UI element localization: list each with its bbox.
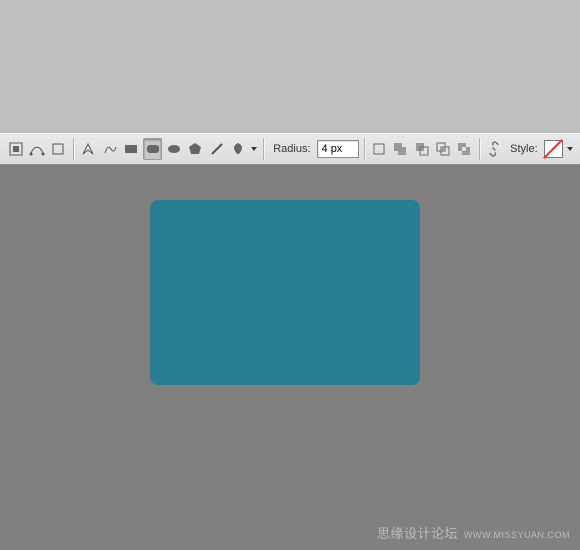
rectangle-icon (123, 141, 139, 157)
custom-shape-tool-button[interactable] (228, 138, 247, 160)
rounded-rectangle-icon (145, 141, 161, 157)
new-path-area-button[interactable] (369, 138, 388, 160)
radius-label: Radius: (273, 143, 310, 155)
link-icon (487, 141, 501, 157)
freeform-pen-tool-button[interactable] (100, 138, 119, 160)
rectangle-tool-button[interactable] (121, 138, 140, 160)
subtract-path-icon (414, 141, 430, 157)
paths-mode-button[interactable] (27, 138, 46, 160)
shape-layers-icon (8, 141, 24, 157)
watermark-text: 思缘设计论坛 (377, 523, 458, 542)
exclude-path-button[interactable] (455, 138, 474, 160)
line-tool-button[interactable] (207, 138, 226, 160)
add-path-icon (392, 141, 408, 157)
paths-icon (29, 141, 45, 157)
watermark: 思缘设计论坛 WWW.MISSYUAN.COM (377, 523, 570, 542)
separator (263, 138, 264, 160)
intersect-path-button[interactable] (433, 138, 452, 160)
exclude-path-icon (456, 141, 472, 157)
intersect-path-icon (435, 141, 451, 157)
top-background (0, 0, 580, 133)
style-dropdown[interactable] (565, 145, 574, 153)
ellipse-icon (166, 141, 182, 157)
polygon-icon (187, 141, 203, 157)
rounded-rectangle-tool-button[interactable] (143, 138, 163, 160)
freeform-pen-icon (102, 141, 118, 157)
line-icon (209, 141, 225, 157)
fill-pixels-icon (50, 141, 66, 157)
chevron-down-icon (566, 145, 574, 153)
separator (364, 138, 365, 160)
polygon-tool-button[interactable] (186, 138, 205, 160)
shape-options-dropdown[interactable] (250, 145, 259, 153)
shape-layers-mode-button[interactable] (6, 138, 25, 160)
tool-options-bar: Radius: (0, 133, 580, 165)
watermark-url: WWW.MISSYUAN.COM (464, 530, 570, 540)
chevron-down-icon (250, 145, 258, 153)
subtract-path-button[interactable] (412, 138, 431, 160)
new-path-icon (371, 141, 387, 157)
link-layers-button[interactable] (485, 138, 504, 160)
canvas-area[interactable]: 思缘设计论坛 WWW.MISSYUAN.COM (0, 165, 580, 550)
pen-icon (80, 141, 96, 157)
separator (73, 138, 74, 160)
no-style-icon (544, 139, 564, 159)
style-label: Style: (510, 143, 538, 155)
fill-pixels-mode-button[interactable] (49, 138, 68, 160)
rounded-rectangle-shape[interactable] (150, 200, 420, 385)
add-to-path-button[interactable] (391, 138, 410, 160)
separator (479, 138, 480, 160)
style-swatch[interactable] (544, 140, 564, 158)
radius-input[interactable] (317, 140, 359, 158)
pen-tool-button[interactable] (79, 138, 98, 160)
ellipse-tool-button[interactable] (164, 138, 183, 160)
custom-shape-icon (230, 141, 246, 157)
